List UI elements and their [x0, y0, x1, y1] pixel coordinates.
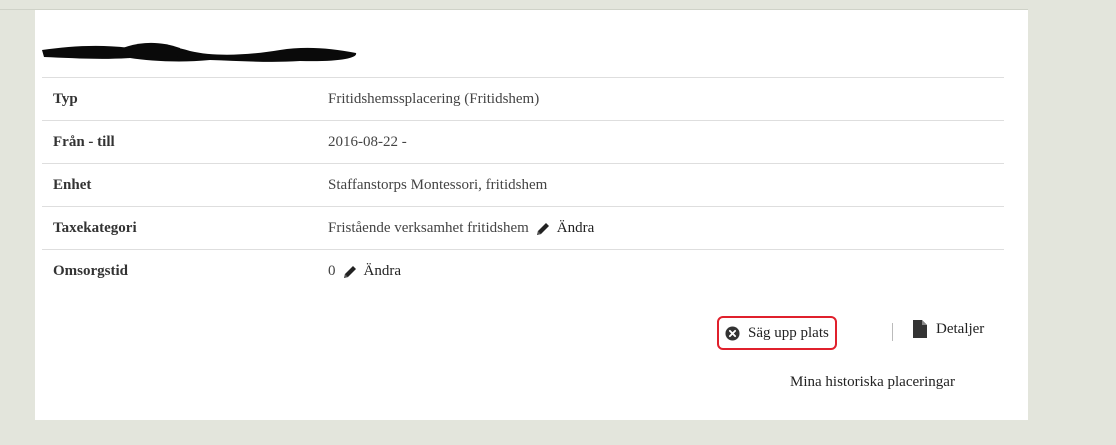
- placement-table: Typ Fritidshemssplacering (Fritidshem) F…: [42, 77, 1004, 292]
- row-care-time: Omsorgstid 0 Ändra: [42, 249, 1004, 292]
- row-period: Från - till 2016-08-22 -: [42, 120, 1004, 163]
- redacted-title: [42, 42, 357, 62]
- row-label: Från - till: [53, 134, 115, 150]
- row-label: Enhet: [53, 177, 92, 193]
- row-label: Taxekategori: [53, 220, 137, 236]
- details-link[interactable]: Detaljer: [913, 320, 984, 338]
- row-label: Typ: [53, 91, 78, 107]
- edit-label: Ändra: [363, 263, 402, 279]
- pencil-icon: [343, 265, 356, 278]
- period-value: 2016-08-22 -: [328, 134, 407, 150]
- pencil-icon: [536, 222, 549, 235]
- row-typ: Typ Fritidshemssplacering (Fritidshem): [42, 77, 1004, 120]
- details-label: Detaljer: [936, 320, 985, 337]
- action-separator: [892, 323, 893, 341]
- fee-category-value: Fristående verksamhet fritidshem: [328, 220, 529, 236]
- edit-label: Ändra: [556, 220, 595, 236]
- row-unit: Enhet Staffanstorps Montessori, fritidsh…: [42, 163, 1004, 206]
- placement-actions: Säg upp plats Detaljer: [717, 313, 1017, 353]
- circle-x-icon: [725, 325, 740, 341]
- type-value: Fritidshemssplacering (Fritidshem): [328, 91, 540, 107]
- cancel-placement-label: Säg upp plats: [748, 324, 829, 341]
- row-value: Fritidshemssplacering (Fritidshem): [328, 91, 539, 108]
- row-value: Staffanstorps Montessori, fritidshem: [328, 177, 547, 194]
- placement-card: Typ Fritidshemssplacering (Fritidshem) F…: [35, 10, 1028, 420]
- row-value: 2016-08-22 -: [328, 134, 407, 151]
- cancel-placement-button[interactable]: Säg upp plats: [717, 316, 837, 350]
- history-placements-link[interactable]: Mina historiska placeringar: [790, 374, 955, 391]
- row-value: Fristående verksamhet fritidshem Ändra: [328, 220, 594, 237]
- row-value: 0 Ändra: [328, 263, 401, 280]
- page: Typ Fritidshemssplacering (Fritidshem) F…: [0, 0, 1116, 445]
- unit-value: Staffanstorps Montessori, fritidshem: [328, 177, 548, 193]
- document-icon: [913, 320, 927, 338]
- edit-fee-category-link[interactable]: Ändra: [535, 220, 595, 237]
- care-time-value: 0: [328, 263, 336, 279]
- edit-care-time-link[interactable]: Ändra: [342, 263, 402, 280]
- row-fee-category: Taxekategori Fristående verksamhet friti…: [42, 206, 1004, 249]
- row-label: Omsorgstid: [53, 263, 128, 279]
